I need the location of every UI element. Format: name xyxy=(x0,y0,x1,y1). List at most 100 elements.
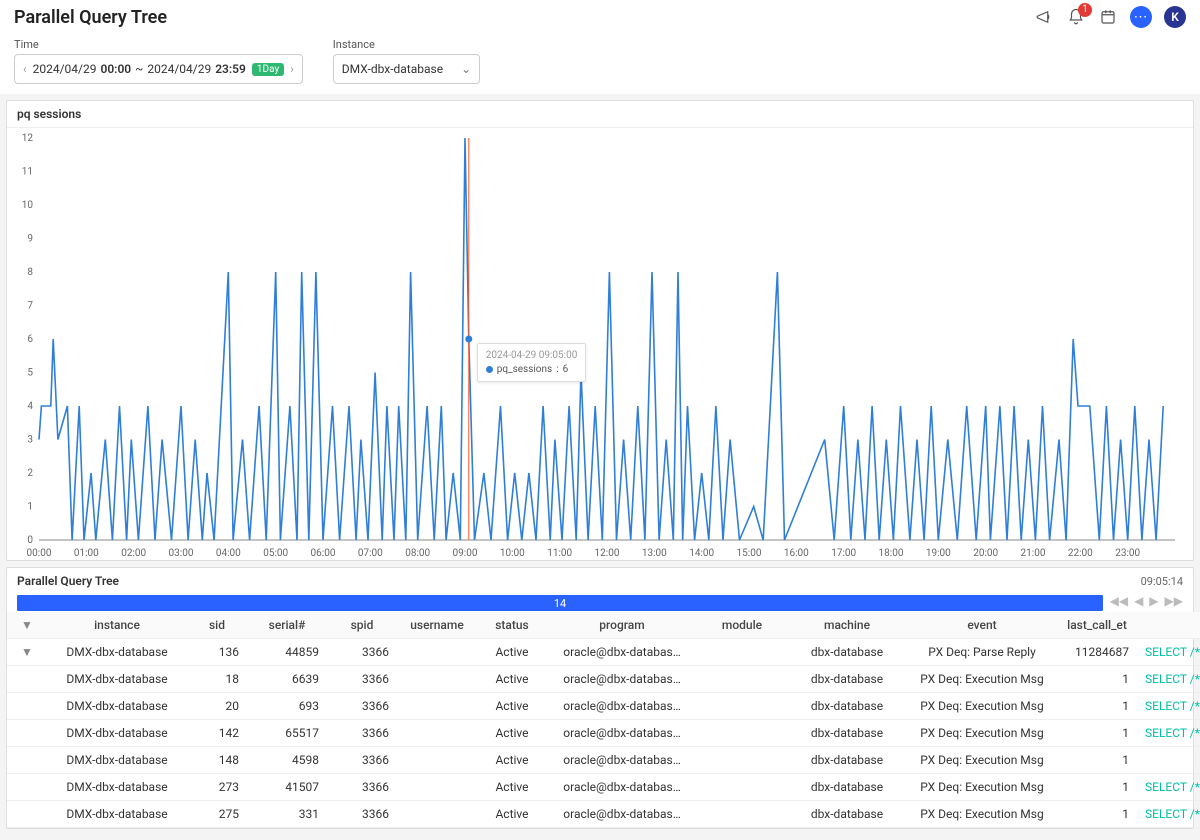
sql-link[interactable]: SELECT /*jskqjc xyxy=(1145,699,1200,713)
svg-text:6: 6 xyxy=(27,334,33,345)
chart-title: pq sessions xyxy=(7,101,1193,128)
page-header: Parallel Query Tree 1 ⋯ K xyxy=(0,0,1200,38)
time-from-time: 00:00 xyxy=(100,62,131,76)
svg-text:23:00: 23:00 xyxy=(1115,548,1140,559)
tooltip-value: 6 xyxy=(563,364,569,375)
table-row[interactable]: DMX-dbx-database14845983366Activeoracle@… xyxy=(7,747,1200,774)
svg-text:22:00: 22:00 xyxy=(1068,548,1093,559)
svg-text:10: 10 xyxy=(22,200,34,211)
time-next-icon[interactable]: › xyxy=(288,62,296,76)
sql-link[interactable]: SELECT /*jskqjc xyxy=(1145,807,1200,821)
table-row[interactable]: DMX-dbx-database2753313366Activeoracle@d… xyxy=(7,801,1200,828)
column-header[interactable]: spid xyxy=(327,612,397,639)
svg-text:07:00: 07:00 xyxy=(358,548,383,559)
sql-link[interactable]: SELECT /*jskqjc xyxy=(1145,645,1200,659)
svg-text:5: 5 xyxy=(27,368,33,379)
tooltip-time: 2024-04-29 09:05:00 xyxy=(486,350,578,361)
svg-text:12:00: 12:00 xyxy=(595,548,620,559)
svg-text:05:00: 05:00 xyxy=(263,548,288,559)
svg-text:13:00: 13:00 xyxy=(642,548,667,559)
table-pager: ◀◀ ◀ ▶ ▶▶ xyxy=(1110,594,1183,608)
column-header[interactable]: ▼ xyxy=(7,612,47,639)
tooltip-series-name: pq_sessions xyxy=(497,364,552,375)
pager-last-icon[interactable]: ▶▶ xyxy=(1165,594,1183,608)
pager-prev-icon[interactable]: ◀ xyxy=(1134,594,1143,608)
svg-text:21:00: 21:00 xyxy=(1021,548,1046,559)
svg-text:3: 3 xyxy=(27,435,33,446)
svg-text:8: 8 xyxy=(27,267,33,278)
time-label: Time xyxy=(14,38,303,51)
pager-next-icon[interactable]: ▶ xyxy=(1149,594,1158,608)
column-header[interactable]: status xyxy=(477,612,547,639)
filter-bar: Time ‹ 2024/04/29 00:00 ~ 2024/04/29 23:… xyxy=(0,38,1200,94)
avatar[interactable]: K xyxy=(1164,6,1186,28)
expand-icon: ▼ xyxy=(21,645,33,659)
svg-text:00:00: 00:00 xyxy=(27,548,52,559)
header-actions: 1 ⋯ K xyxy=(1034,6,1186,28)
svg-text:7: 7 xyxy=(27,301,33,312)
table-row[interactable]: DMX-dbx-database273415073366Activeoracle… xyxy=(7,774,1200,801)
chart-area[interactable]: 012345678910111200:0001:0002:0003:0004:0… xyxy=(7,128,1193,560)
column-header[interactable]: username xyxy=(397,612,477,639)
svg-text:17:00: 17:00 xyxy=(831,548,856,559)
tooltip-dot-icon xyxy=(486,366,493,373)
svg-text:06:00: 06:00 xyxy=(311,548,336,559)
column-header[interactable]: sid xyxy=(187,612,247,639)
svg-text:12: 12 xyxy=(22,133,34,144)
table-row[interactable]: DMX-dbx-database1866393366Activeoracle@d… xyxy=(7,666,1200,693)
time-to-time: 23:59 xyxy=(215,62,246,76)
sql-link[interactable]: SELECT /*jskqjc xyxy=(1145,726,1200,740)
svg-text:10:00: 10:00 xyxy=(500,548,525,559)
instance-value: DMX-dbx-database xyxy=(342,62,443,76)
time-range-picker[interactable]: ‹ 2024/04/29 00:00 ~ 2024/04/29 23:59 1D… xyxy=(14,54,303,84)
svg-text:11:00: 11:00 xyxy=(547,548,572,559)
column-header[interactable]: program xyxy=(547,612,697,639)
column-header[interactable]: module xyxy=(697,612,787,639)
sql-link[interactable]: SELECT /*jskqjc xyxy=(1145,780,1200,794)
table-row[interactable]: DMX-dbx-database142655173366Activeoracle… xyxy=(7,720,1200,747)
svg-text:09:00: 09:00 xyxy=(453,548,478,559)
chevron-down-icon: ⌄ xyxy=(461,62,471,76)
svg-text:08:00: 08:00 xyxy=(405,548,430,559)
table-row[interactable]: DMX-dbx-database206933366Activeoracle@db… xyxy=(7,693,1200,720)
chart-panel: pq sessions 012345678910111200:0001:0002… xyxy=(6,100,1194,561)
more-button[interactable]: ⋯ xyxy=(1130,6,1152,28)
svg-text:15:00: 15:00 xyxy=(737,548,762,559)
svg-text:03:00: 03:00 xyxy=(169,548,194,559)
svg-text:18:00: 18:00 xyxy=(879,548,904,559)
pager-first-icon[interactable]: ◀◀ xyxy=(1110,594,1128,608)
table-title: Parallel Query Tree xyxy=(17,574,119,588)
svg-text:9: 9 xyxy=(27,234,33,245)
time-to-date: 2024/04/29 xyxy=(147,62,211,76)
instance-select[interactable]: DMX-dbx-database ⌄ xyxy=(333,54,480,84)
time-prev-icon[interactable]: ‹ xyxy=(21,62,29,76)
svg-text:14:00: 14:00 xyxy=(689,548,714,559)
tooltip-colon: : xyxy=(556,364,558,375)
svg-text:19:00: 19:00 xyxy=(926,548,951,559)
column-header[interactable]: machine xyxy=(787,612,907,639)
announce-icon[interactable] xyxy=(1034,7,1054,27)
svg-text:0: 0 xyxy=(27,535,33,546)
line-chart[interactable]: 012345678910111200:0001:0002:0003:0004:0… xyxy=(11,132,1181,562)
column-header[interactable] xyxy=(1137,612,1200,639)
svg-text:01:00: 01:00 xyxy=(74,548,99,559)
column-header[interactable]: last_call_et xyxy=(1057,612,1137,639)
table-panel: Parallel Query Tree 09:05:14 14 ◀◀ ◀ ▶ ▶… xyxy=(6,567,1194,829)
column-header[interactable]: event xyxy=(907,612,1057,639)
summary-bar-row: 14 ◀◀ ◀ ▶ ▶▶ xyxy=(7,594,1193,612)
column-header[interactable]: serial# xyxy=(247,612,327,639)
svg-text:4: 4 xyxy=(27,401,33,412)
bell-icon[interactable]: 1 xyxy=(1066,7,1086,27)
time-separator: ~ xyxy=(135,62,143,76)
svg-text:2: 2 xyxy=(27,468,33,479)
svg-text:04:00: 04:00 xyxy=(216,548,241,559)
table-header-row: ▼instancesidserial#spidusernamestatuspro… xyxy=(7,612,1200,639)
column-header[interactable]: instance xyxy=(47,612,187,639)
calendar-icon[interactable] xyxy=(1098,7,1118,27)
table-row[interactable]: ▼DMX-dbx-database136448593366Activeoracl… xyxy=(7,639,1200,666)
instance-label: Instance xyxy=(333,38,480,51)
table-timestamp: 09:05:14 xyxy=(1141,575,1183,588)
svg-text:02:00: 02:00 xyxy=(121,548,146,559)
summary-bar[interactable]: 14 xyxy=(17,595,1103,611)
sql-link[interactable]: SELECT /*jskqjc xyxy=(1145,672,1200,686)
